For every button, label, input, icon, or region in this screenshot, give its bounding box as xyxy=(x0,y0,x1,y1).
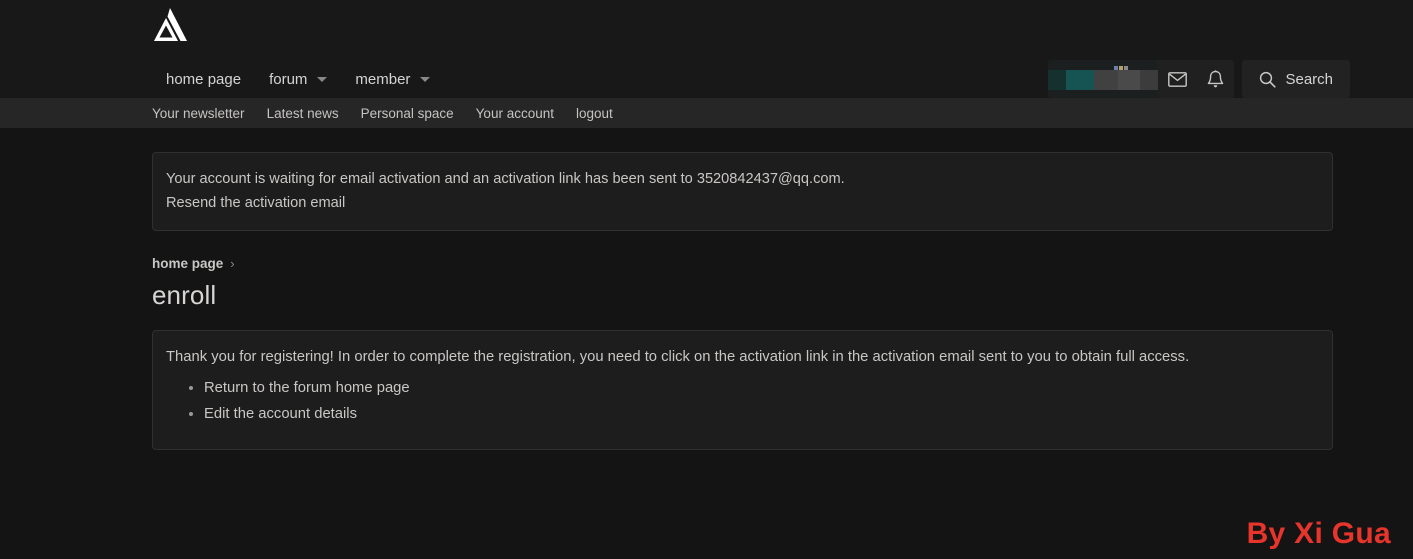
site-logo-icon xyxy=(152,7,188,45)
breadcrumb-item-home-page[interactable]: home page xyxy=(152,256,223,271)
header-user-bar: Search xyxy=(1048,60,1350,98)
notice-message: Your account is waiting for email activa… xyxy=(166,169,1318,191)
visitor-menu-group xyxy=(1048,60,1234,98)
confirmation-links-list: Return to the forum home page Edit the a… xyxy=(204,378,1318,425)
page-body: Your account is waiting for email activa… xyxy=(0,152,1413,450)
subnav-item-personal-space[interactable]: Personal space xyxy=(361,106,454,121)
confirmation-message: Thank you for registering! In order to c… xyxy=(166,349,1318,365)
list-item-return-to-forum-home[interactable]: Return to the forum home page xyxy=(204,378,1318,399)
censor-block xyxy=(1140,70,1158,90)
search-label: Search xyxy=(1285,71,1333,88)
subnav-item-latest-news[interactable]: Latest news xyxy=(267,106,339,121)
site-header: home page forum member xyxy=(0,0,1413,98)
censor-block xyxy=(1094,70,1118,90)
nav-item-home-page[interactable]: home page xyxy=(152,60,255,98)
secondary-navigation: Your newsletter Latest news Personal spa… xyxy=(0,98,1413,128)
subnav-item-logout[interactable]: logout xyxy=(576,106,613,121)
logo-block[interactable] xyxy=(152,0,1413,55)
inbox-button[interactable] xyxy=(1158,60,1196,98)
censor-block xyxy=(1048,70,1066,90)
nav-item-member[interactable]: member xyxy=(341,60,444,98)
resend-activation-email-link[interactable]: Resend the activation email xyxy=(166,193,345,215)
account-name-censored[interactable] xyxy=(1048,60,1158,98)
account-activation-notice: Your account is waiting for email activa… xyxy=(152,152,1333,231)
censor-block xyxy=(1124,66,1128,70)
bell-icon xyxy=(1207,70,1224,89)
censor-block xyxy=(1119,66,1123,70)
search-icon xyxy=(1259,71,1276,88)
chevron-down-icon[interactable] xyxy=(317,77,327,82)
breadcrumb: home page › xyxy=(152,256,1333,271)
nav-item-label: member xyxy=(355,71,410,88)
primary-navigation: home page forum member xyxy=(152,60,444,98)
nav-item-label: forum xyxy=(269,71,307,88)
censor-block xyxy=(1066,70,1094,90)
nav-item-forum[interactable]: forum xyxy=(255,60,341,98)
page-title: enroll xyxy=(152,280,1333,311)
header-inner: home page forum member xyxy=(0,0,1413,98)
chevron-down-icon[interactable] xyxy=(420,77,430,82)
search-button[interactable]: Search xyxy=(1242,60,1350,98)
subnav-item-your-account[interactable]: Your account xyxy=(476,106,554,121)
censor-block xyxy=(1114,66,1118,70)
watermark: By Xi Gua xyxy=(1247,517,1391,551)
list-item-edit-account-details[interactable]: Edit the account details xyxy=(204,404,1318,425)
censor-block xyxy=(1118,70,1140,90)
subnav-item-your-newsletter[interactable]: Your newsletter xyxy=(152,106,245,121)
alerts-button[interactable] xyxy=(1196,60,1234,98)
registration-confirmation-block: Thank you for registering! In order to c… xyxy=(152,330,1333,450)
nav-item-label: home page xyxy=(166,71,241,88)
breadcrumb-separator-icon: › xyxy=(230,256,234,271)
envelope-icon xyxy=(1168,72,1187,87)
